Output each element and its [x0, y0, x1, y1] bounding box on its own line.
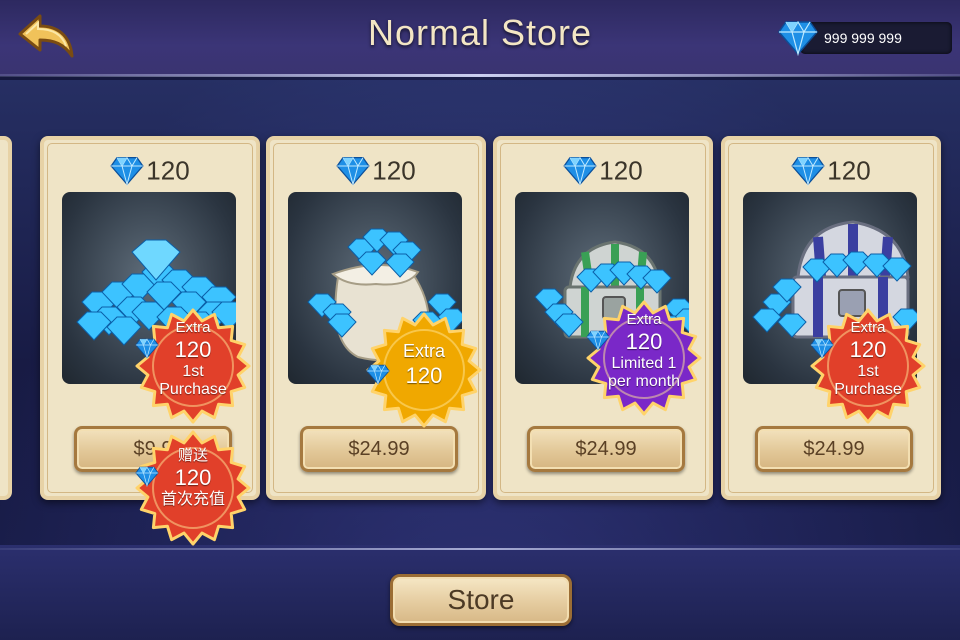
badge-label: Extra	[402, 341, 445, 361]
diamond-icon	[135, 338, 159, 359]
badge-amount: 120	[625, 329, 663, 354]
diamond-icon	[778, 20, 818, 57]
badge-amount-row: 120	[810, 338, 926, 361]
card-gem-amount: 120	[827, 155, 871, 186]
diamond-icon	[135, 466, 159, 487]
bonus-badge: Extra 120	[366, 312, 482, 428]
diamond-icon	[791, 156, 825, 187]
bonus-badge: Extra 120 1st Purchase	[135, 308, 251, 424]
card-gem-amount: 120	[599, 155, 643, 186]
badge-note-2: Purchase	[834, 381, 902, 398]
badge-note-2: per month	[607, 373, 681, 390]
currency-panel: 999 999 999	[800, 22, 952, 54]
diamond-icon	[366, 364, 390, 385]
bonus-badge: 赠送 120 首次充值	[135, 430, 251, 546]
bonus-badge: Extra 120 1st Purchase	[810, 308, 926, 424]
diamond-icon	[563, 156, 597, 187]
bottom-divider	[0, 548, 960, 550]
badge-note-2: Purchase	[159, 381, 227, 398]
bonus-badge: Extra 120 Limited 1 per month	[586, 300, 702, 416]
badge-amount-row: 120	[366, 364, 482, 387]
buy-button[interactable]: $24.99	[527, 426, 685, 472]
badge-label: 赠送	[177, 447, 208, 464]
diamond-icon	[810, 338, 834, 359]
badge-label: Extra	[175, 319, 211, 336]
diamond-icon	[110, 156, 144, 187]
card-gem-price: 120	[725, 154, 937, 187]
badge-amount: 120	[174, 465, 212, 490]
badge-amount-row: 120	[586, 330, 702, 353]
badge-label: Extra	[626, 311, 662, 328]
buy-button[interactable]: $24.99	[755, 426, 913, 472]
badge-note: 1st	[857, 363, 879, 380]
diamond-icon	[586, 330, 610, 351]
card-gem-price: 120	[497, 154, 709, 187]
badge-amount: 120	[849, 337, 887, 362]
buy-button[interactable]: $24.99	[300, 426, 458, 472]
partial-card	[0, 136, 12, 500]
badge-note: Limited 1	[611, 355, 677, 372]
top-divider	[0, 74, 960, 77]
badge-label: Extra	[850, 319, 886, 336]
badge-amount: 120	[405, 363, 443, 388]
card-gem-price: 120	[270, 154, 482, 187]
currency-amount: 999 999 999	[824, 30, 902, 46]
badge-amount-row: 120	[135, 338, 251, 361]
badge-amount: 120	[174, 337, 212, 362]
badge-note: 首次充值	[160, 491, 225, 508]
store-button[interactable]: Store	[390, 574, 572, 626]
diamond-icon	[336, 156, 370, 187]
card-gem-price: 120	[44, 154, 256, 187]
card-gem-amount: 120	[372, 155, 416, 186]
badge-note: 1st	[182, 363, 204, 380]
card-gem-amount: 120	[146, 155, 190, 186]
badge-amount-row: 120	[135, 466, 251, 489]
